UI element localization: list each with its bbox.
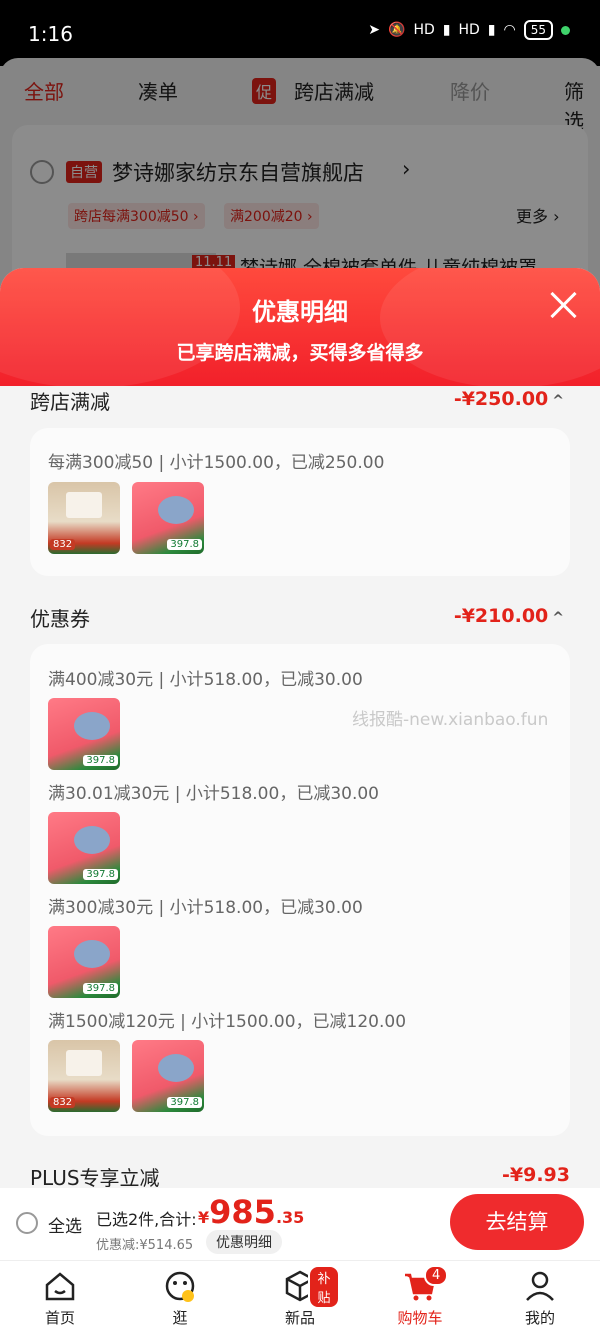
discount-total: 优惠减:¥514.65 [96,1238,194,1253]
thumb-price: 832 [50,1097,76,1108]
thumb-price: 397.8 [167,1097,202,1108]
close-icon[interactable] [548,290,578,320]
thumb-price: 397.8 [83,983,118,994]
header-decoration-2 [380,268,600,388]
coupon-rule-2: 满30.01减30元 | 小计518.00，已减30.00 [48,784,379,804]
nav-cart-label: 购物车 [397,1309,443,1327]
chevron-up-icon: ^ [552,393,564,409]
currency-symbol: ¥ [198,1208,210,1227]
bottom-nav: 首页 逛 新品 补贴 购物车 4 我的 [0,1260,600,1335]
discount-detail-button[interactable]: 优惠明细 [206,1230,282,1254]
product-thumb-toy[interactable]: 397.8 [132,482,204,554]
coupons-amount[interactable]: -¥210.00 ^ [454,605,564,627]
thumb-price: 832 [50,539,76,550]
signal-hd-1: HD [413,22,435,38]
total-decimal: .35 [275,1208,305,1227]
product-thumb-toy[interactable]: 397.8 [48,926,120,998]
signal-hd-2: HD [458,22,480,38]
product-thumb-toy[interactable]: 397.8 [48,812,120,884]
cross-store-amount-value: -¥250.00 [453,388,549,410]
watermark: 线报酷-new.xianbao.fun [352,710,549,730]
nav-browse[interactable]: 逛 [140,1269,220,1328]
product-thumb-toy[interactable]: 397.8 [132,1040,204,1112]
wifi-icon: ◠ [503,22,516,38]
coupon-rule-3: 满300减30元 | 小计518.00，已减30.00 [48,898,363,918]
product-box-shape [66,492,102,518]
product-box-shape [66,1050,102,1076]
battery-indicator: 55 [523,20,553,40]
plus-title: PLUS专享立减 [30,1166,160,1188]
coupon-rule-1: 满400减30元 | 小计518.00，已减30.00 [48,670,363,690]
nav-cart[interactable]: 购物车 4 [380,1265,460,1328]
nav-new[interactable]: 新品 补贴 [260,1265,340,1328]
total-price: ¥985.35 [198,1193,304,1231]
coupons-amount-value: -¥210.00 [453,605,549,627]
coupons-title: 优惠券 [30,607,90,631]
thumb-price: 397.8 [167,539,202,550]
product-thumb-toy[interactable]: 397.8 [48,698,120,770]
status-icons: ➤ 🔕 HD ▮ HD ▮ ◠ 55 [368,20,570,40]
signal-icon-2: ▮ [487,22,496,38]
select-all-radio[interactable] [16,1212,38,1234]
product-shape [74,940,110,968]
mute-icon: 🔕 [388,22,406,38]
nav-home-label: 首页 [44,1309,75,1327]
chevron-up-icon: ^ [552,610,564,626]
checkout-button[interactable]: 去结算 [450,1194,584,1250]
product-thumb-bedding[interactable]: 832 [48,482,120,554]
home-icon [43,1269,77,1303]
sheet-header: 优惠明细 已享跨店满减，买得多省得多 [0,268,600,388]
select-all-label[interactable]: 全选 [48,1212,82,1237]
nav-me-label: 我的 [524,1309,555,1327]
cart-count-badge: 4 [424,1265,449,1286]
header-decoration [0,268,240,388]
cross-store-title: 跨店满减 [30,390,110,414]
checkout-bar: 全选 已选2件,合计: ¥985.35 优惠减:¥514.65 优惠明细 去结算 [0,1188,600,1260]
nav-me[interactable]: 我的 [500,1269,580,1328]
selected-count: 已选2件,合计: [96,1210,197,1229]
cross-store-amount[interactable]: -¥250.00 ^ [454,388,564,410]
nav-new-label: 新品 [284,1309,315,1327]
status-time: 1:16 [28,22,73,46]
coupon-rule-4: 满1500减120元 | 小计1500.00，已减120.00 [48,1012,407,1032]
sheet-title: 优惠明细 [252,298,348,326]
status-dot [561,25,570,35]
signal-icon: ▮ [442,22,451,38]
person-icon [523,1269,557,1303]
subsidy-badge: 补贴 [308,1265,340,1309]
product-shape [158,1054,194,1082]
cross-store-rule: 每满300减50 | 小计1500.00，已减250.00 [48,453,385,473]
product-thumb-bedding[interactable]: 832 [48,1040,120,1112]
thumb-price: 397.8 [83,755,118,766]
product-shape [158,496,194,524]
sheet-subtitle: 已享跨店满减，买得多省得多 [176,342,424,364]
nav-browse-label: 逛 [172,1309,188,1327]
plus-amount: -¥9.93 [502,1164,570,1186]
status-bar: 1:16 ➤ 🔕 HD ▮ HD ▮ ◠ 55 [0,0,600,66]
thumb-price: 397.8 [83,869,118,880]
location-icon: ➤ [368,22,380,38]
nav-home[interactable]: 首页 [20,1269,100,1328]
total-integer: 985 [209,1193,276,1231]
browse-icon [163,1269,197,1303]
product-shape [74,826,110,854]
product-shape [74,712,110,740]
